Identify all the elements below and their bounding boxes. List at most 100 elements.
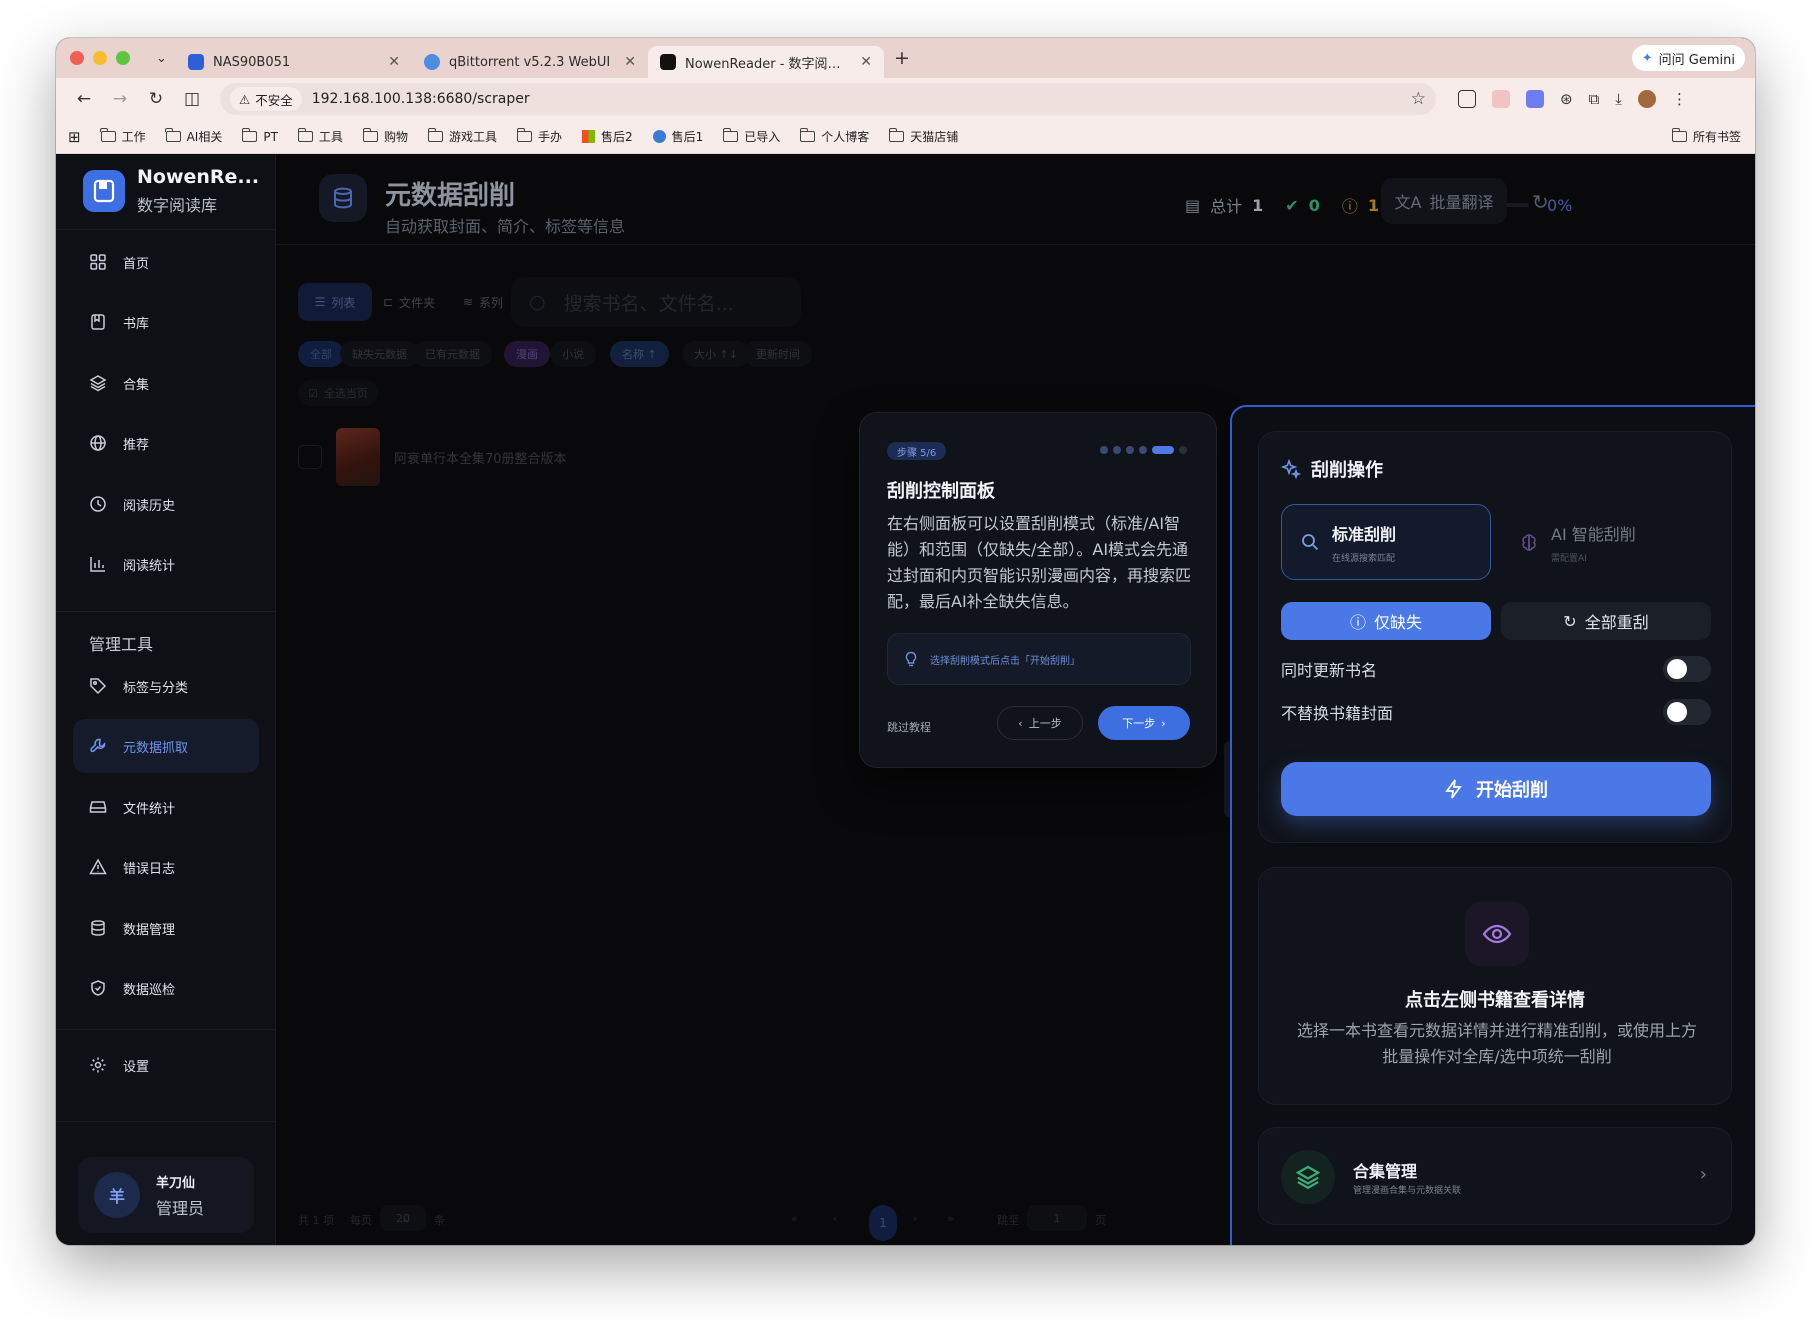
site-security-chip[interactable]: ⚠ 不安全 (230, 87, 302, 111)
per-page-select[interactable]: 20 ⌄ (380, 1205, 426, 1231)
filter-comic-chip[interactable]: 漫画 (504, 341, 550, 367)
bookmark-folder[interactable]: 工作 (100, 128, 146, 145)
download-icon[interactable]: ⤓ (1615, 90, 1622, 108)
missing-only-button[interactable]: ⓘ 仅缺失 (1281, 602, 1491, 640)
close-tab-icon[interactable]: ✕ (860, 54, 872, 70)
apps-grid-icon[interactable]: ⊞ (68, 128, 81, 146)
filter-missing-chip[interactable]: 缺失元数据 (340, 341, 419, 367)
nav-settings[interactable]: 设置 (73, 1038, 259, 1092)
chip-label: 名称 ↑ (622, 348, 657, 361)
sort-name-chip[interactable]: 名称 ↑ (610, 341, 669, 367)
close-tab-icon[interactable]: ✕ (624, 54, 636, 70)
sort-updated-chip[interactable]: 更新时间 (744, 341, 812, 367)
batch-translate-button[interactable]: 文A 批量翻译 (1381, 178, 1507, 224)
view-list-button[interactable]: ☰ 列表 (298, 283, 372, 321)
collection-subtitle: 管理漫画合集与元数据关联 (1353, 1186, 1462, 1196)
next-page-icon[interactable]: › (913, 1212, 917, 1225)
book-logo-icon (83, 170, 125, 212)
nav-history[interactable]: 阅读历史 (73, 477, 259, 531)
bookmark-folder[interactable]: AI相关 (165, 128, 222, 145)
gemini-label: 问问 Gemini (1658, 52, 1735, 68)
tab-search-icon[interactable]: ⌄ (156, 51, 176, 66)
bookmark-label: 天猫店铺 (910, 130, 959, 144)
skip-tutorial-button[interactable]: 跳过教程 (887, 719, 931, 735)
browser-tab[interactable]: qBittorrent v5.2.3 WebUI ✕ (412, 46, 648, 78)
forward-icon[interactable]: → (102, 89, 138, 109)
sort-size-chip[interactable]: 大小 ↑↓ (682, 341, 750, 367)
view-series-button[interactable]: ≋ 系列 (446, 283, 520, 321)
extension-icon[interactable] (1526, 90, 1544, 108)
new-tab-button[interactable]: + (894, 47, 910, 69)
nav-tags[interactable]: 标签与分类 (73, 659, 259, 713)
bookmark-folder[interactable]: 游戏工具 (427, 128, 497, 145)
puzzle-icon[interactable]: ⧉ (1589, 90, 1600, 108)
collection-management-link[interactable]: 合集管理 管理漫画合集与元数据关联 › (1258, 1127, 1732, 1225)
address-bar[interactable]: ⚠ 不安全 192.168.100.138:6680/scraper ☆ (220, 83, 1436, 115)
maximize-window-button[interactable] (116, 51, 130, 65)
profile-avatar[interactable] (1637, 90, 1656, 108)
bookmark-link[interactable]: 售后2 (581, 128, 633, 145)
nav-stats[interactable]: 阅读统计 (73, 537, 259, 591)
rescrape-all-button[interactable]: ↻ 全部重刮 (1501, 602, 1711, 640)
extension-icon[interactable] (1492, 90, 1510, 108)
back-icon[interactable]: ← (66, 89, 102, 109)
close-window-button[interactable] (70, 51, 84, 65)
keep-cover-switch[interactable] (1663, 699, 1711, 725)
all-bookmarks[interactable]: 所有书签 (1671, 128, 1741, 145)
browser-tab[interactable]: NAS90B051 ✕ (176, 46, 412, 78)
search-input[interactable]: ○ 搜索书名、文件名... (511, 277, 801, 327)
extension-icon[interactable] (1458, 90, 1476, 108)
current-page[interactable]: 1 (869, 1205, 897, 1241)
filter-has-metadata-chip[interactable]: 已有元数据 (413, 341, 492, 367)
last-page-icon[interactable]: » (947, 1212, 954, 1225)
bookmark-star-icon[interactable]: ☆ (1411, 89, 1426, 109)
bookmark-folder[interactable]: 天猫店铺 (888, 128, 959, 145)
total-count: 1 (1252, 195, 1264, 215)
nav-file-stats[interactable]: 文件统计 (73, 780, 259, 834)
view-folder-button[interactable]: ⊏ 文件夹 (372, 283, 446, 321)
bookmark-folder[interactable]: 工具 (297, 128, 343, 145)
nav-home[interactable]: 首页 (73, 235, 259, 289)
jump-page-input[interactable]: 1 (1027, 1205, 1087, 1231)
first-page-icon[interactable]: « (791, 1212, 798, 1225)
filter-all-chip[interactable]: 全部 (298, 341, 344, 367)
nav-error-log[interactable]: 错误日志 (73, 840, 259, 894)
extension-icon[interactable]: ⊛ (1560, 90, 1573, 108)
translate-icon: 文A (1394, 193, 1422, 212)
nav-collections[interactable]: 合集 (73, 356, 259, 410)
nav-metadata-scraper[interactable]: 元数据抓取 (73, 719, 259, 773)
more-menu-icon[interactable]: ⋮ (1672, 90, 1687, 108)
bookmark-folder[interactable]: 购物 (362, 128, 408, 145)
scrape-operations-card: 刮削操作 标准刮削 在线源搜索匹配 AI 智能刮削 需配置AI ⓘ 仅缺失 ↻ … (1258, 431, 1732, 843)
update-title-switch[interactable] (1663, 656, 1711, 682)
browser-tab-active[interactable]: NowenReader - 数字阅读库 ✕ (648, 46, 884, 78)
bookmark-folder[interactable]: 手办 (516, 128, 562, 145)
filter-novel-chip[interactable]: 小说 (550, 341, 596, 367)
nav-recommend[interactable]: 推荐 (73, 416, 259, 470)
prev-page-icon[interactable]: ‹ (833, 1212, 837, 1225)
minimize-window-button[interactable] (93, 51, 107, 65)
bookmark-folder[interactable]: 个人博客 (799, 128, 869, 145)
brand[interactable]: NowenRe... 数字阅读库 (83, 166, 259, 216)
table-row[interactable]: 阿衰单行本全集70册整合版本 (298, 428, 567, 486)
standard-scrape-mode[interactable]: 标准刮削 在线源搜索匹配 (1281, 504, 1491, 580)
bookmark-folder[interactable]: 已导入 (722, 128, 780, 145)
bookmark-label: 工具 (318, 130, 343, 144)
row-checkbox[interactable] (298, 445, 322, 469)
refresh-icon[interactable]: ↻ (1532, 190, 1549, 214)
bookmark-folder[interactable]: PT (241, 128, 278, 144)
reload-icon[interactable]: ↻ (138, 89, 174, 109)
start-scrape-button[interactable]: 开始刮削 (1281, 762, 1711, 816)
next-step-button[interactable]: 下一步 › (1098, 706, 1190, 740)
select-all-page-button[interactable]: ☑ 全选当页 (298, 380, 378, 406)
gemini-button[interactable]: ✦ 问问 Gemini (1631, 45, 1745, 71)
ai-scrape-mode[interactable]: AI 智能刮削 需配置AI (1501, 504, 1711, 580)
nav-library[interactable]: 书库 (73, 295, 259, 349)
split-view-icon[interactable]: ◫ (174, 89, 210, 109)
prev-step-button[interactable]: ‹ 上一步 (997, 706, 1083, 740)
bookmark-link[interactable]: 售后1 (652, 128, 703, 145)
nav-data-management[interactable]: 数据管理 (73, 901, 259, 955)
user-card[interactable]: 羊 羊刀仙 管理员 (78, 1157, 254, 1233)
close-tab-icon[interactable]: ✕ (388, 54, 400, 70)
nav-data-inspection[interactable]: 数据巡检 (73, 961, 259, 1015)
